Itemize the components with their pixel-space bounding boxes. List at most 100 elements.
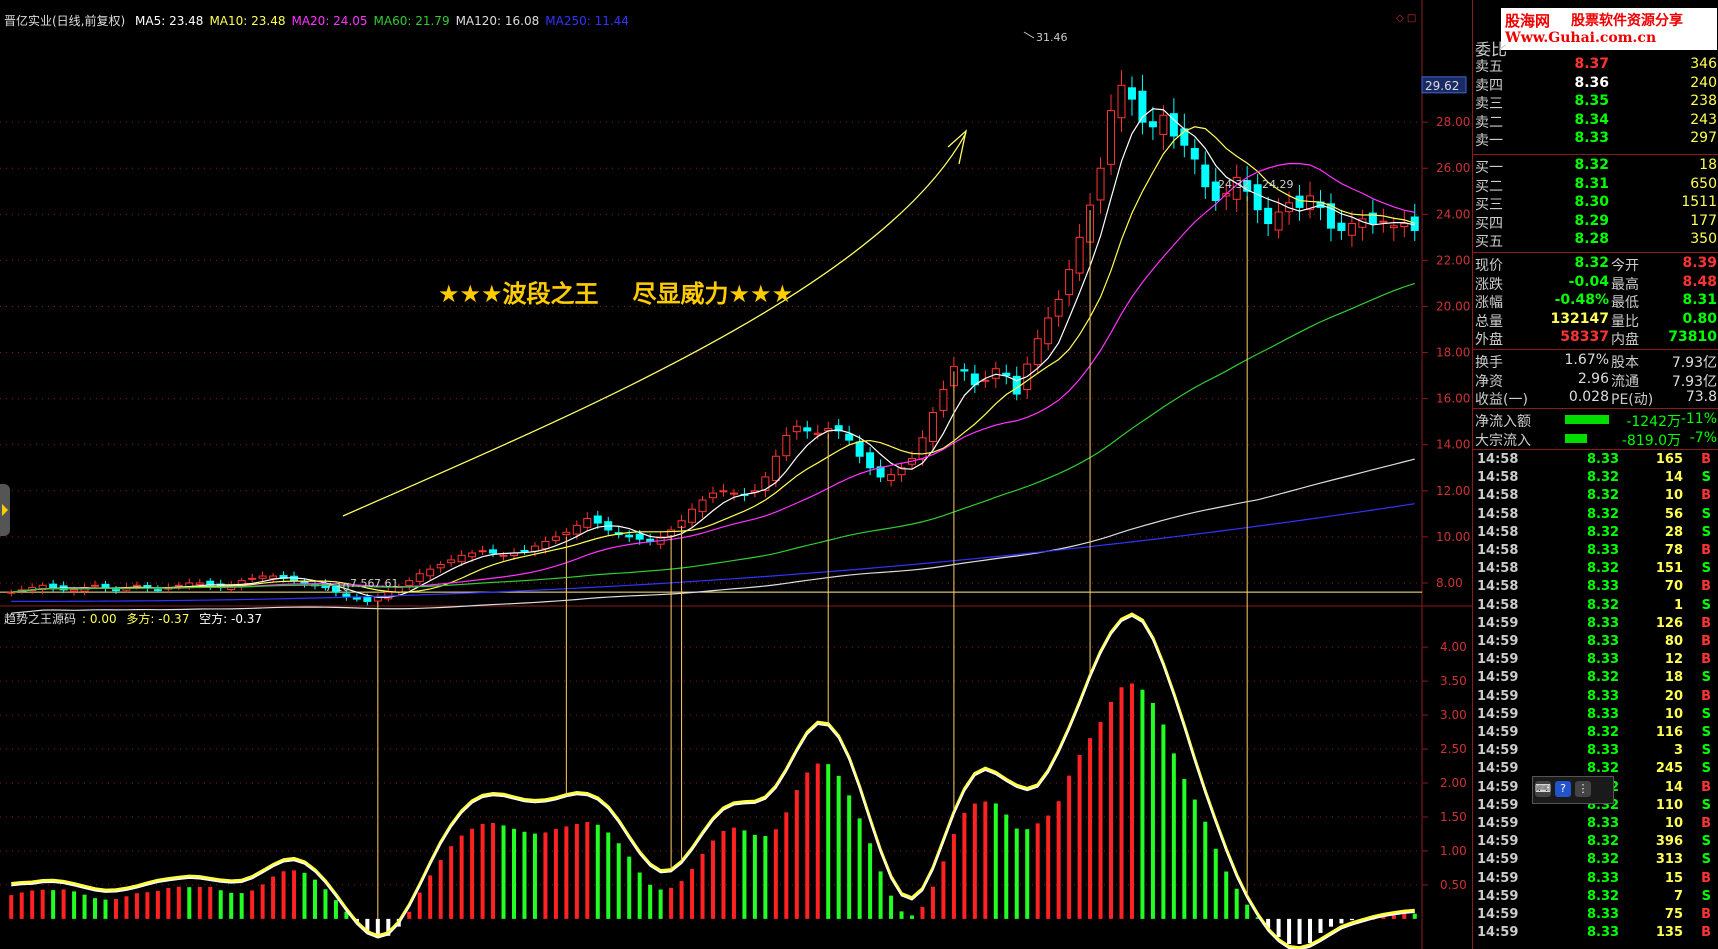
tick-side: S — [1701, 852, 1711, 868]
tick-price: 8.32 — [1587, 834, 1620, 850]
indicator-bar — [889, 895, 894, 919]
tick-volume: 1 — [1673, 597, 1683, 613]
help-icon[interactable]: ? — [1555, 781, 1571, 797]
ma-legend-item: MA120: 16.08 — [455, 14, 540, 28]
tick-volume: 126 — [1655, 615, 1683, 631]
ask-row[interactable]: 卖二 8.34 243 — [1473, 112, 1718, 131]
tick-row[interactable]: 14:59 8.33 80 B — [1473, 634, 1718, 651]
tick-row[interactable]: 14:58 8.32 10 B — [1473, 488, 1718, 505]
candle-body — [91, 584, 100, 587]
candle-body — [593, 515, 602, 524]
bid-row[interactable]: 买五 8.28 350 — [1473, 231, 1718, 250]
bid-row[interactable]: 买三 8.30 1511 — [1473, 194, 1718, 213]
recent-a-annotation: 24.32 — [1218, 178, 1250, 191]
tick-row[interactable]: 14:59 8.33 126 B — [1473, 616, 1718, 633]
tick-row[interactable]: 14:59 8.32 313 S — [1473, 852, 1718, 869]
ask-row[interactable]: 卖一 8.33 297 — [1473, 130, 1718, 149]
tick-row[interactable]: 14:59 8.33 12 B — [1473, 652, 1718, 669]
indicator-bar — [1308, 918, 1313, 944]
candle-body — [415, 573, 424, 582]
tick-row[interactable]: 14:59 8.33 15 B — [1473, 871, 1718, 888]
indicator-bar — [1077, 754, 1082, 919]
tick-row[interactable]: 14:58 8.32 14 S — [1473, 470, 1718, 487]
candle-body — [1117, 84, 1126, 119]
tick-row[interactable]: 14:58 8.32 28 S — [1473, 525, 1718, 542]
tick-row[interactable]: 14:58 8.33 165 B — [1473, 452, 1718, 469]
finance-label: 收益(一) — [1475, 392, 1528, 408]
candle-body — [1148, 121, 1157, 128]
expand-panel-handle[interactable] — [0, 484, 10, 536]
bid-row[interactable]: 买二 8.31 650 — [1473, 176, 1718, 195]
indicator-duo: 多方: -0.37 — [126, 612, 190, 626]
flow-label: 净流入额 — [1475, 414, 1531, 430]
row-price: 8.35 — [1574, 93, 1609, 109]
quote-label-2: 最低 — [1611, 295, 1639, 311]
candle-body — [342, 593, 351, 598]
quote-value-2: 8.31 — [1682, 292, 1717, 308]
candle-body — [174, 584, 183, 587]
tick-row[interactable]: 14:58 8.32 1 S — [1473, 598, 1718, 615]
tick-row[interactable]: 14:58 8.33 78 B — [1473, 543, 1718, 560]
tick-price: 8.33 — [1587, 652, 1620, 668]
tick-time: 14:58 — [1477, 524, 1519, 540]
more-icon[interactable]: ⋮ — [1575, 781, 1591, 797]
tick-price: 8.32 — [1587, 597, 1620, 613]
tick-row[interactable]: 14:59 8.32 116 S — [1473, 725, 1718, 742]
bid-row[interactable]: 买一 8.32 18 — [1473, 157, 1718, 176]
indicator-bar — [1287, 918, 1292, 944]
candle-body — [1190, 148, 1199, 160]
indicator-bar — [93, 898, 98, 919]
tick-row[interactable]: 14:59 8.33 20 B — [1473, 689, 1718, 706]
tick-time: 14:59 — [1477, 816, 1519, 831]
chart-area[interactable]: 28.00 26.00 24.00 22.00 20.00 18.00 16.00 14.00… — [0, 0, 1472, 949]
ask-row[interactable]: 卖三 8.35 238 — [1473, 93, 1718, 112]
indicator-bar — [51, 890, 56, 919]
finance-label: 净资 — [1475, 373, 1503, 390]
tick-row[interactable]: 14:58 8.32 56 S — [1473, 507, 1718, 524]
tick-row[interactable]: 14:59 8.33 75 B — [1473, 907, 1718, 924]
tick-volume: 151 — [1655, 561, 1683, 577]
indicator-bar — [1056, 801, 1061, 919]
indicator-bar — [239, 893, 244, 919]
ask-row[interactable]: 卖五 8.37 346 — [1473, 56, 1718, 75]
slogan: ★★★波段之王 尽显威力★★★ — [438, 274, 793, 309]
candle-body — [918, 437, 927, 460]
candle-body — [866, 452, 875, 469]
indicator-bar — [480, 823, 485, 919]
candle-body — [153, 589, 162, 592]
tick-price: 8.32 — [1587, 488, 1620, 504]
candle-body — [1379, 220, 1388, 223]
tick-row[interactable]: 14:59 8.32 396 S — [1473, 834, 1718, 851]
tick-time: 14:59 — [1477, 907, 1519, 922]
stock-name[interactable]: 晋亿实业(日线,前复权) — [4, 14, 125, 28]
chart-options-icon[interactable]: ◇ □ — [1396, 13, 1416, 24]
ask-row[interactable]: 卖四 8.36 240 — [1473, 75, 1718, 94]
indicator-name[interactable]: 趋势之王源码 — [4, 612, 76, 626]
indicator-bar — [9, 895, 14, 919]
indicator-bar — [1203, 821, 1208, 919]
tick-side: S — [1701, 561, 1711, 577]
tick-row[interactable]: 14:59 8.33 10 B — [1473, 816, 1718, 833]
tick-row[interactable]: 14:58 8.32 151 S — [1473, 561, 1718, 578]
quote-row: 外盘 58337 内盘 73810 — [1473, 329, 1718, 348]
tick-row[interactable]: 14:59 8.33 3 S — [1473, 743, 1718, 760]
candle-body — [248, 577, 257, 580]
candle-body — [572, 524, 581, 535]
row-label: 买二 — [1475, 178, 1503, 195]
tick-row[interactable]: 14:59 8.32 7 S — [1473, 889, 1718, 906]
candle-body — [1159, 114, 1168, 135]
candle-body — [363, 596, 372, 602]
tick-row[interactable]: 14:59 8.32 18 S — [1473, 670, 1718, 687]
candle-body — [792, 425, 801, 433]
tick-row[interactable]: 14:59 8.33 135 B — [1473, 925, 1718, 942]
tick-row[interactable]: 14:59 8.33 10 S — [1473, 707, 1718, 724]
tick-row[interactable]: 14:58 8.33 70 B — [1473, 579, 1718, 596]
tick-time: 14:59 — [1477, 852, 1519, 868]
keyboard-icon[interactable]: ⌨ — [1535, 781, 1551, 797]
tick-volume: 78 — [1664, 543, 1683, 558]
bid-row[interactable]: 买四 8.29 177 — [1473, 213, 1718, 232]
tick-time: 14:59 — [1477, 615, 1519, 631]
tick-side: B — [1701, 688, 1711, 704]
indicator-bar — [532, 833, 537, 919]
indicator-bar — [815, 763, 820, 919]
